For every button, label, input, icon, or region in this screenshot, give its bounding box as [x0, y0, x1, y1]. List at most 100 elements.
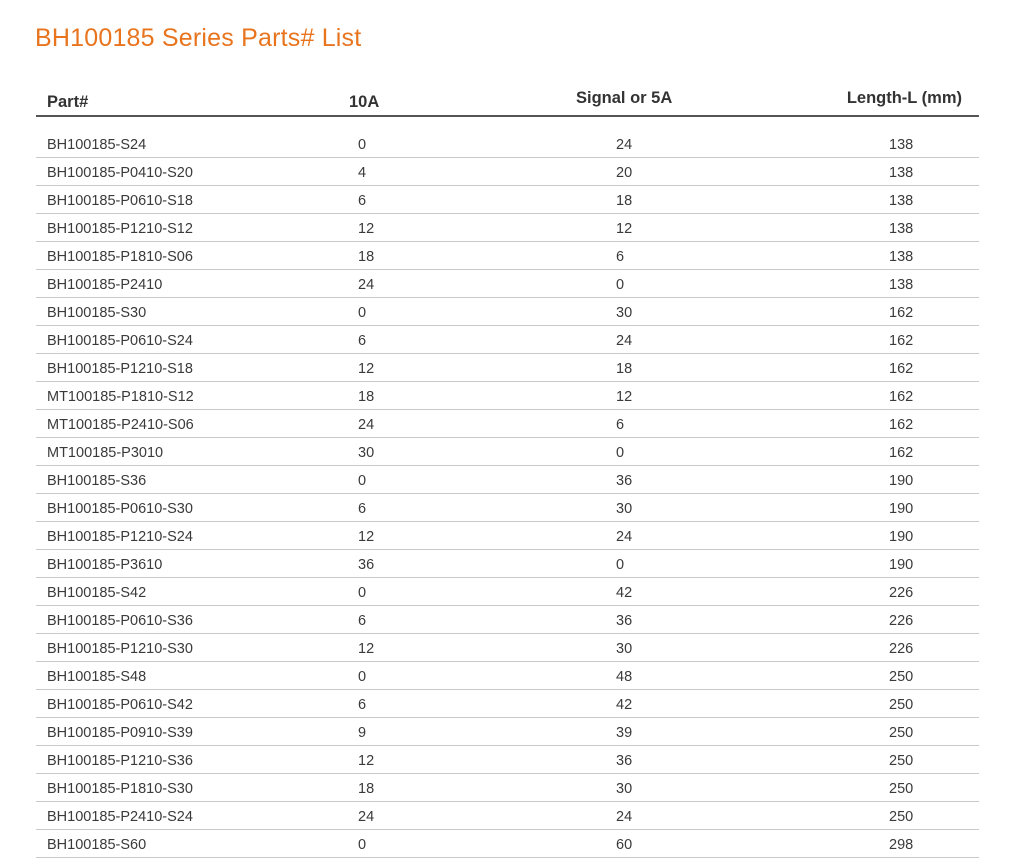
cell-length: 190 — [889, 501, 914, 517]
cell-part-number: BH100185-P2410 — [47, 277, 163, 293]
cell-10a: 6 — [358, 501, 367, 517]
cell-signal: 0 — [616, 445, 625, 461]
table-row: BH100185-P1810-S06 18 6 138 — [36, 242, 979, 270]
cell-part-number: BH100185-P1210-S30 — [47, 641, 193, 657]
table-row: MT100185-P1810-S12 18 12 162 — [36, 382, 979, 410]
cell-10a: 18 — [358, 389, 375, 405]
cell-part-number: BH100185-P1210-S12 — [47, 221, 193, 237]
table-row: BH100185-P0610-S30 6 30 190 — [36, 494, 979, 522]
cell-part-number: BH100185-P1810-S30 — [47, 781, 193, 797]
table-row: BH100185-P1210-S24 12 24 190 — [36, 522, 979, 550]
cell-signal: 42 — [616, 697, 633, 713]
table-row: BH100185-P0610-S18 6 18 138 — [36, 186, 979, 214]
cell-10a: 6 — [358, 613, 367, 629]
cell-part-number: BH100185-P0610-S36 — [47, 613, 193, 629]
cell-signal: 12 — [616, 221, 633, 237]
table-row: BH100185-P3610 36 0 190 — [36, 550, 979, 578]
cell-10a: 24 — [358, 277, 375, 293]
cell-length: 190 — [889, 473, 914, 489]
cell-length: 250 — [889, 753, 914, 769]
cell-part-number: BH100185-P1210-S36 — [47, 753, 193, 769]
cell-part-number: MT100185-P1810-S12 — [47, 389, 194, 405]
cell-10a: 0 — [358, 837, 367, 853]
cell-part-number: BH100185-S48 — [47, 669, 147, 685]
column-header-signal: Signal or 5A — [576, 89, 673, 107]
cell-signal: 20 — [616, 165, 633, 181]
cell-signal: 0 — [616, 277, 625, 293]
page-title: BH100185 Series Parts# List — [35, 24, 362, 52]
table-row: BH100185-P0410-S20 4 20 138 — [36, 158, 979, 186]
cell-part-number: BH100185-S24 — [47, 137, 147, 153]
column-header-part: Part# — [47, 93, 89, 111]
cell-part-number: BH100185-P3610 — [47, 557, 163, 573]
cell-part-number: BH100185-P1210-S24 — [47, 529, 193, 545]
cell-part-number: BH100185-S36 — [47, 473, 147, 489]
cell-part-number: BH100185-P0910-S39 — [47, 725, 193, 741]
column-header-length: Length-L (mm) — [846, 89, 962, 107]
table-row: BH100185-S24 0 24 138 — [36, 130, 979, 158]
table-row: BH100185-S42 0 42 226 — [36, 578, 979, 606]
cell-signal: 6 — [616, 417, 625, 433]
cell-signal: 24 — [616, 809, 633, 825]
cell-part-number: BH100185-P2410-S24 — [47, 809, 193, 825]
table-row: BH100185-P0910-S39 9 39 250 — [36, 718, 979, 746]
table-row: MT100185-P2410-S06 24 6 162 — [36, 410, 979, 438]
cell-10a: 18 — [358, 249, 375, 265]
cell-10a: 4 — [358, 165, 367, 181]
column-header-10a: 10A — [349, 93, 380, 111]
cell-signal: 30 — [616, 501, 633, 517]
cell-10a: 18 — [358, 781, 375, 797]
cell-10a: 12 — [358, 221, 375, 237]
cell-part-number: MT100185-P2410-S06 — [47, 417, 194, 433]
cell-length: 138 — [889, 165, 914, 181]
table-row: BH100185-P0610-S36 6 36 226 — [36, 606, 979, 634]
cell-length: 190 — [889, 529, 914, 545]
cell-part-number: BH100185-P0410-S20 — [47, 165, 193, 181]
cell-10a: 0 — [358, 137, 367, 153]
cell-signal: 6 — [616, 249, 625, 265]
cell-part-number: BH100185-P0610-S18 — [47, 193, 193, 209]
cell-part-number: BH100185-S30 — [47, 305, 147, 321]
cell-10a: 0 — [358, 669, 367, 685]
cell-10a: 24 — [358, 417, 375, 433]
cell-length: 250 — [889, 725, 914, 741]
cell-signal: 0 — [616, 557, 625, 573]
cell-length: 162 — [889, 445, 914, 461]
cell-10a: 9 — [358, 725, 367, 741]
cell-signal: 36 — [616, 613, 633, 629]
cell-10a: 6 — [358, 193, 367, 209]
cell-signal: 18 — [616, 361, 633, 377]
table-header: Part# 10A Signal or 5A Length-L (mm) — [36, 78, 979, 117]
table-row: BH100185-S60 0 60 298 — [36, 830, 979, 858]
cell-signal: 36 — [616, 753, 633, 769]
cell-part-number: BH100185-S42 — [47, 585, 147, 601]
cell-signal: 24 — [616, 137, 633, 153]
table-row: BH100185-P2410-S24 24 24 250 — [36, 802, 979, 830]
table-row: BH100185-P1810-S30 18 30 250 — [36, 774, 979, 802]
cell-part-number: BH100185-P0610-S24 — [47, 333, 193, 349]
cell-signal: 12 — [616, 389, 633, 405]
cell-length: 162 — [889, 333, 914, 349]
cell-length: 250 — [889, 697, 914, 713]
cell-length: 162 — [889, 305, 914, 321]
table-row: BH100185-P0610-S42 6 42 250 — [36, 690, 979, 718]
cell-length: 138 — [889, 221, 914, 237]
cell-length: 162 — [889, 417, 914, 433]
cell-signal: 24 — [616, 529, 633, 545]
cell-signal: 18 — [616, 193, 633, 209]
table-body: BH100185-S24 0 24 138 BH100185-P0410-S20 4 20 1… — [36, 130, 979, 858]
cell-10a: 12 — [358, 529, 375, 545]
cell-part-number: BH100185-P1210-S18 — [47, 361, 193, 377]
cell-length: 162 — [889, 389, 914, 405]
cell-10a: 24 — [358, 809, 375, 825]
cell-signal: 24 — [616, 333, 633, 349]
table-row: BH100185-P1210-S18 12 18 162 — [36, 354, 979, 382]
table-row: BH100185-P2410 24 0 138 — [36, 270, 979, 298]
cell-length: 298 — [889, 837, 914, 853]
cell-length: 138 — [889, 277, 914, 293]
cell-10a: 30 — [358, 445, 375, 461]
cell-part-number: BH100185-P0610-S42 — [47, 697, 193, 713]
cell-length: 138 — [889, 137, 914, 153]
cell-signal: 30 — [616, 305, 633, 321]
table-row: BH100185-S36 0 36 190 — [36, 466, 979, 494]
